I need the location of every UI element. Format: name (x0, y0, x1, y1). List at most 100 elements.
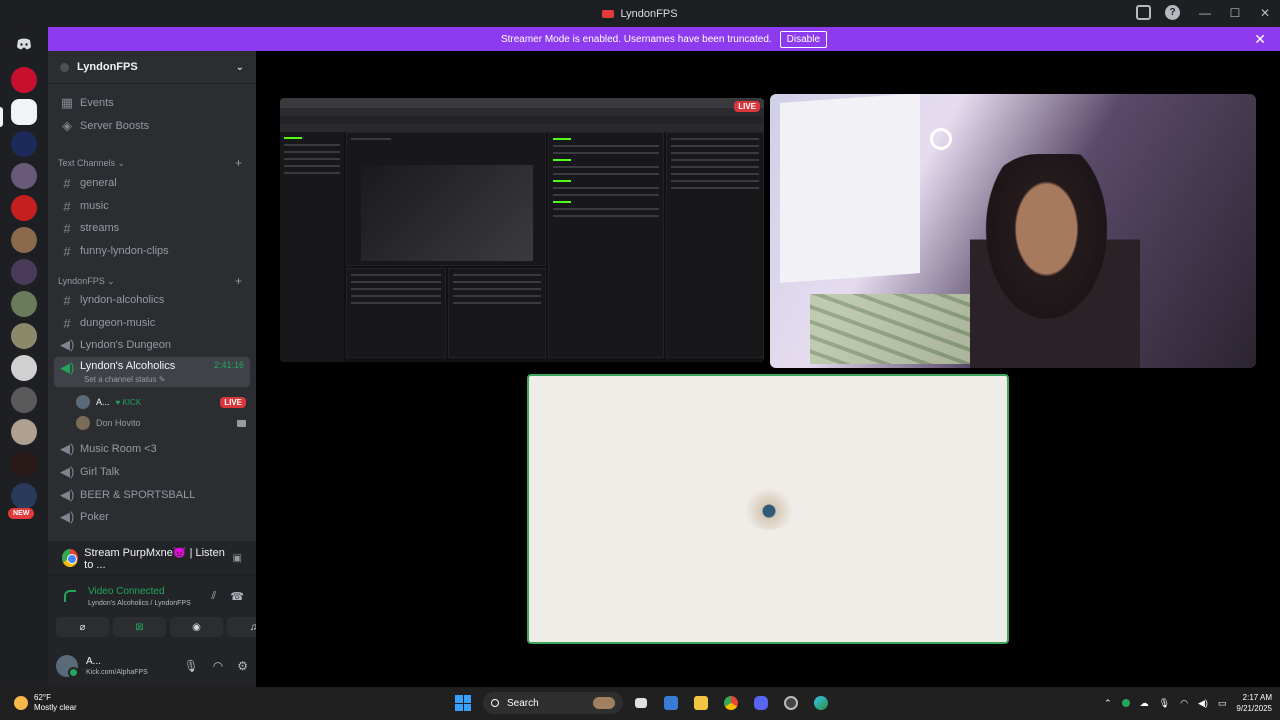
disconnect-icon[interactable]: ☎ (230, 590, 244, 603)
channel-label: streams (80, 222, 120, 234)
cloud-icon[interactable]: ☁ (1140, 698, 1149, 709)
voice-channel-beer-sportsball[interactable]: ◀) BEER & SPORTSBALL (54, 484, 250, 506)
activity-panel[interactable]: Stream PurpMxne👿 | Listen to ... ▣ (48, 541, 256, 575)
channel-label: Lyndon's Dungeon (80, 339, 171, 351)
voice-channel-girl-talk[interactable]: ◀) Girl Talk (54, 461, 250, 483)
server-icon-11[interactable] (11, 387, 37, 413)
channel-funny-lyndon-clips[interactable]: # funny-lyndon-clips (54, 240, 250, 262)
store-icon[interactable] (659, 692, 683, 714)
disable-streamer-mode-button[interactable]: Disable (779, 30, 828, 48)
gamepad-icon: ◉ (192, 621, 201, 633)
temperature: 62°F (34, 693, 51, 702)
server-icon-war-of-worlds[interactable] (11, 259, 37, 285)
chrome-taskbar-icon[interactable] (719, 692, 743, 714)
server-icon-9[interactable] (11, 323, 37, 349)
screen-share-tile[interactable]: LIVE (280, 98, 764, 362)
category-label: LyndonFPS (58, 276, 105, 286)
inbox-icon[interactable] (1136, 5, 1151, 20)
channel-music[interactable]: # music (54, 195, 250, 217)
speaker-icon: ◀) (60, 360, 75, 375)
camera-off-button[interactable]: ⌀ (56, 617, 109, 637)
voice-connection-panel: Video Connected Lyndon's Alcoholics / Ly… (48, 575, 280, 645)
search-label: Search (507, 697, 539, 709)
set-channel-status[interactable]: Set a channel status ✎ (84, 375, 165, 384)
start-button[interactable] (455, 695, 471, 711)
headphones-icon[interactable]: ◠ (213, 659, 223, 673)
voice-channel-poker[interactable]: ◀) Poker (54, 506, 250, 528)
voice-channel-music-room[interactable]: ◀) Music Room <3 (54, 438, 250, 460)
category-text-channels[interactable]: Text Channels ⌄ (58, 158, 125, 169)
window-title: LyndonFPS (620, 7, 678, 20)
live-badge: LIVE (220, 396, 246, 408)
channel-label: Lyndon's Alcoholics (80, 360, 176, 372)
wifi-icon[interactable]: ◠ (1180, 698, 1188, 709)
activity-text: Stream PurpMxne👿 | Listen to ... (84, 546, 225, 571)
windows-taskbar: 62°F Mostly clear Search ⌃ ☁ 🎙︎ ◠ ◀) ▭ 2… (0, 687, 1280, 720)
file-explorer-icon[interactable] (689, 692, 713, 714)
server-icon-12[interactable] (11, 419, 37, 445)
events-item[interactable]: ▦ Events (54, 92, 250, 114)
obs-icon[interactable] (779, 692, 803, 714)
live-badge: LIVE (734, 101, 760, 112)
voice-user-don-hovito[interactable]: Don Hovito (76, 414, 246, 432)
monitor-shape (780, 94, 920, 283)
voice-channel-lyndons-dungeon[interactable]: ◀) Lyndon's Dungeon (54, 334, 250, 356)
server-icon-6[interactable] (11, 227, 37, 253)
task-view-icon[interactable] (629, 692, 653, 714)
maximize-button[interactable]: ☐ (1220, 0, 1250, 27)
voice-user-a[interactable]: A... ♥ KICK LIVE (76, 393, 246, 411)
category-lyndonfps[interactable]: LyndonFPS ⌄ (58, 276, 115, 287)
screen-share-button[interactable]: ⊠ (113, 617, 166, 637)
server-header[interactable]: LyndonFPS ⌄ (48, 51, 256, 84)
mic-tray-icon[interactable]: 🎙︎ (1159, 698, 1170, 709)
server-boosts-item[interactable]: ◈ Server Boosts (54, 115, 250, 137)
server-icon-alpha-nation[interactable] (11, 483, 37, 509)
edge-icon[interactable] (809, 692, 833, 714)
hash-icon: # (63, 292, 71, 308)
server-list: NEW (0, 27, 48, 687)
channel-dungeon-music[interactable]: # dungeon-music (54, 312, 250, 334)
calendar-icon: ▦ (60, 95, 74, 110)
server-icon-13[interactable] (11, 451, 37, 477)
close-icon[interactable]: ✕ (1254, 31, 1266, 48)
battery-icon[interactable]: ▭ (1218, 698, 1227, 709)
channel-lyndon-alcoholics[interactable]: # lyndon-alcoholics (54, 289, 250, 311)
server-icon-4[interactable] (11, 163, 37, 189)
activities-button[interactable]: ◉ (170, 617, 223, 637)
voice-elapsed-time: 2:41:16 (213, 360, 244, 370)
server-icon-alpha[interactable] (11, 67, 37, 93)
gear-icon[interactable]: ⚙ (237, 659, 248, 673)
user-name[interactable]: A... (86, 656, 148, 667)
volume-icon[interactable]: ◀) (1198, 698, 1208, 709)
voice-channel-lyndons-alcoholics[interactable]: ◀) Lyndon's Alcoholics 2:41:16 Set a cha… (54, 357, 250, 387)
server-icon-lyndonfps[interactable] (11, 99, 37, 125)
channel-general[interactable]: # general (54, 172, 250, 194)
noise-suppression-icon[interactable]: ⫽ (211, 590, 216, 603)
taskbar-search[interactable]: Search (483, 692, 623, 714)
microphone-icon[interactable]: 🎙︎ (184, 659, 199, 673)
avatar[interactable] (56, 655, 79, 678)
discord-home-icon[interactable] (11, 31, 37, 57)
chevron-up-icon[interactable]: ⌃ (1104, 698, 1112, 709)
minimize-button[interactable]: — (1190, 0, 1220, 27)
screen-share-icon[interactable]: ▣ (233, 553, 242, 564)
channel-label: lyndon-alcoholics (80, 294, 165, 306)
server-icon-cult[interactable] (11, 355, 37, 381)
weather-widget[interactable]: 62°F Mostly clear (14, 693, 77, 713)
help-icon[interactable]: ? (1165, 5, 1180, 20)
add-channel-icon[interactable]: + (235, 156, 242, 170)
channel-streams[interactable]: # streams (54, 217, 250, 239)
server-icon-1g[interactable] (11, 195, 37, 221)
add-channel-icon[interactable]: + (235, 274, 242, 288)
discord-taskbar-icon[interactable] (749, 692, 773, 714)
discord-tray-icon[interactable] (1121, 699, 1130, 707)
server-icon-8[interactable] (11, 291, 37, 317)
clock[interactable]: 2:17 AM 9/21/2025 (1236, 692, 1272, 714)
channel-label: Music Room <3 (80, 443, 157, 455)
streamer-shape (970, 154, 1140, 368)
voice-connected-title[interactable]: Video Connected (88, 586, 165, 597)
local-user-tile[interactable] (527, 374, 1009, 644)
close-window-button[interactable]: ✕ (1250, 0, 1280, 27)
webcam-tile[interactable] (770, 94, 1256, 368)
server-icon-pieman[interactable] (11, 131, 37, 157)
